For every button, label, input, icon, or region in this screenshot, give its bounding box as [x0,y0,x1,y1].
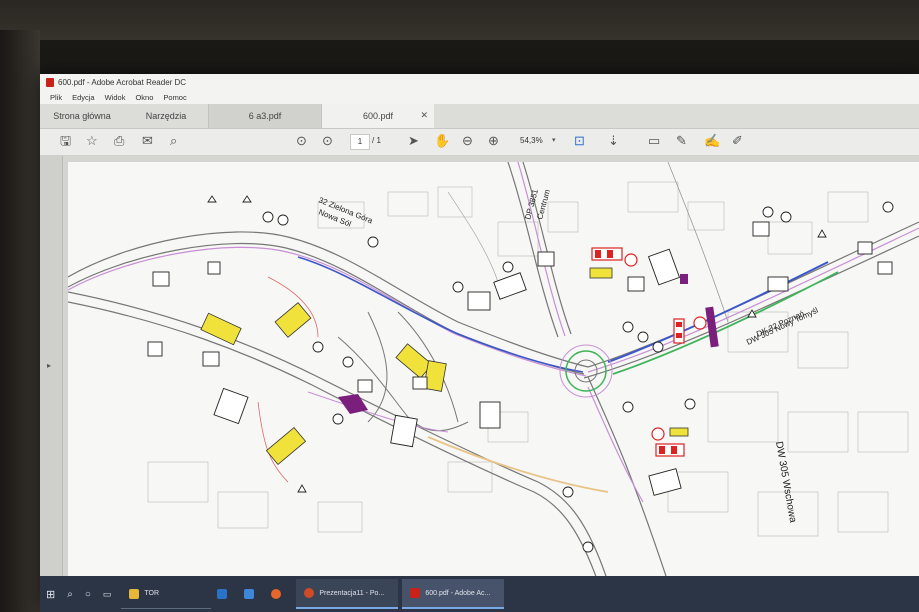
menu-okno[interactable]: Okno [135,93,153,102]
taskbar-app-store[interactable] [238,576,265,612]
toolbar: 🖫 ☆ ⎙ ✉ ⌕ ⊙ ⊙ 1 / 1 ➤ ✋ ⊖ ⊕ 54,3% ▾ ⊡ ⇣ … [40,129,919,156]
document-area: ▸ 32 Zielona Góra Nowa Sól DP 3851 Centr… [40,156,919,612]
taskbar-tor-folder[interactable]: TOR [121,580,212,609]
sign-icon[interactable]: ✍ [704,133,720,149]
menu-plik[interactable]: Plik [50,93,62,102]
taskbar-powerpoint-label: Prezentacja11 - Po... [319,589,385,597]
previous-page-icon[interactable]: ⊙ [296,133,307,149]
bookmark-star-icon[interactable]: ☆ [86,133,98,149]
roundabout [559,344,613,398]
menu-pomoc[interactable]: Pomoc [163,93,186,102]
print-icon[interactable]: ⎙ [114,133,124,149]
fit-page-icon[interactable]: ⊡ [574,133,585,149]
tab-tools[interactable]: Narzędzia [124,104,208,128]
highlight-pen-icon[interactable]: ✎ [676,133,687,149]
tab-home[interactable]: Strona główna [40,104,124,128]
search-button[interactable]: ⌕ [61,576,79,612]
zoom-out-icon[interactable]: ⊖ [462,133,473,149]
taskbar-acrobat-label: 600.pdf - Adobe Ac... [425,589,491,597]
tab-document-600-label: 600.pdf [362,111,394,121]
comment-icon[interactable]: ▭ [648,133,660,149]
taskbar-app-firefox[interactable] [265,576,292,612]
left-sidebar: ▸ [40,156,63,612]
task-view-button[interactable]: ▭ [97,576,118,612]
road-name-labels: 32 Zielona Góra Nowa Sól DP 3851 Centrum… [317,188,820,524]
taskbar-powerpoint[interactable]: Prezentacja11 - Po... [296,579,399,609]
select-cursor-icon[interactable]: ➤ [408,133,419,149]
menu-widok[interactable]: Widok [105,93,126,102]
zoom-in-icon[interactable]: ⊕ [488,133,499,149]
firefox-icon [271,589,282,599]
windows-logo-icon: ⊞ [46,588,56,601]
taskbar-search-icon: ⌕ [67,588,73,600]
room-background-top [0,0,919,40]
tab-document-600[interactable]: 600.pdf ✕ [321,104,434,128]
outlook-icon [217,589,228,599]
road-plan-drawing: 32 Zielona Góra Nowa Sól DP 3851 Centrum… [67,161,919,583]
scroll-mode-icon[interactable]: ⇣ [608,133,619,149]
store-icon [244,589,255,599]
cortana-circle-icon: ○ [84,588,91,600]
zoom-level[interactable]: 54,3% [520,136,543,145]
page-number-input[interactable]: 1 [350,134,370,150]
next-page-icon[interactable]: ⊙ [322,133,333,149]
windows-taskbar: ⊞ ⌕ ○ ▭ TOR Prezentacja11 - Po... 600.pd… [40,576,919,612]
powerpoint-icon [304,588,315,598]
projected-screen: 600.pdf - Adobe Acrobat Reader DC Plik E… [40,74,919,612]
yellow-signs [200,267,689,466]
pdf-app-icon [46,77,54,87]
sidebar-expand-icon[interactable]: ▸ [47,361,51,370]
hand-tool-icon[interactable]: ✋ [434,133,450,149]
search-icon[interactable]: ⌕ [170,133,177,149]
taskbar-acrobat[interactable]: 600.pdf - Adobe Ac... [402,579,505,609]
window-title: 600.pdf - Adobe Acrobat Reader DC [58,77,187,87]
close-tab-icon[interactable]: ✕ [420,110,428,121]
fill-sign-icon[interactable]: ✐ [732,133,743,149]
taskbar-tor-label: TOR [144,590,160,597]
start-button[interactable]: ⊞ [40,576,61,612]
menu-edycja[interactable]: Edycja [72,93,95,102]
room-background-left [0,30,40,612]
pdf-page[interactable]: 32 Zielona Góra Nowa Sól DP 3851 Centrum… [67,161,919,583]
folder-icon [129,588,140,599]
save-icon[interactable]: 🖫 [60,133,71,149]
cortana-button[interactable]: ○ [79,576,97,612]
tab-document-6a3[interactable]: 6 a3.pdf [208,104,321,128]
acrobat-icon [410,588,421,598]
task-view-icon: ▭ [102,588,112,599]
menu-bar: Plik Edycja Widok Okno Pomoc [40,90,919,104]
road-label-dw305-wschowa: DW 305 Wschowa [773,441,798,524]
page-total: / 1 [372,136,381,145]
taskbar-app-outlook[interactable] [211,576,238,612]
zoom-dropdown-icon[interactable]: ▾ [552,136,556,144]
tab-bar: Strona główna Narzędzia 6 a3.pdf 600.pdf… [40,104,919,129]
email-icon[interactable]: ✉ [142,133,153,149]
title-bar: 600.pdf - Adobe Acrobat Reader DC [40,74,919,90]
